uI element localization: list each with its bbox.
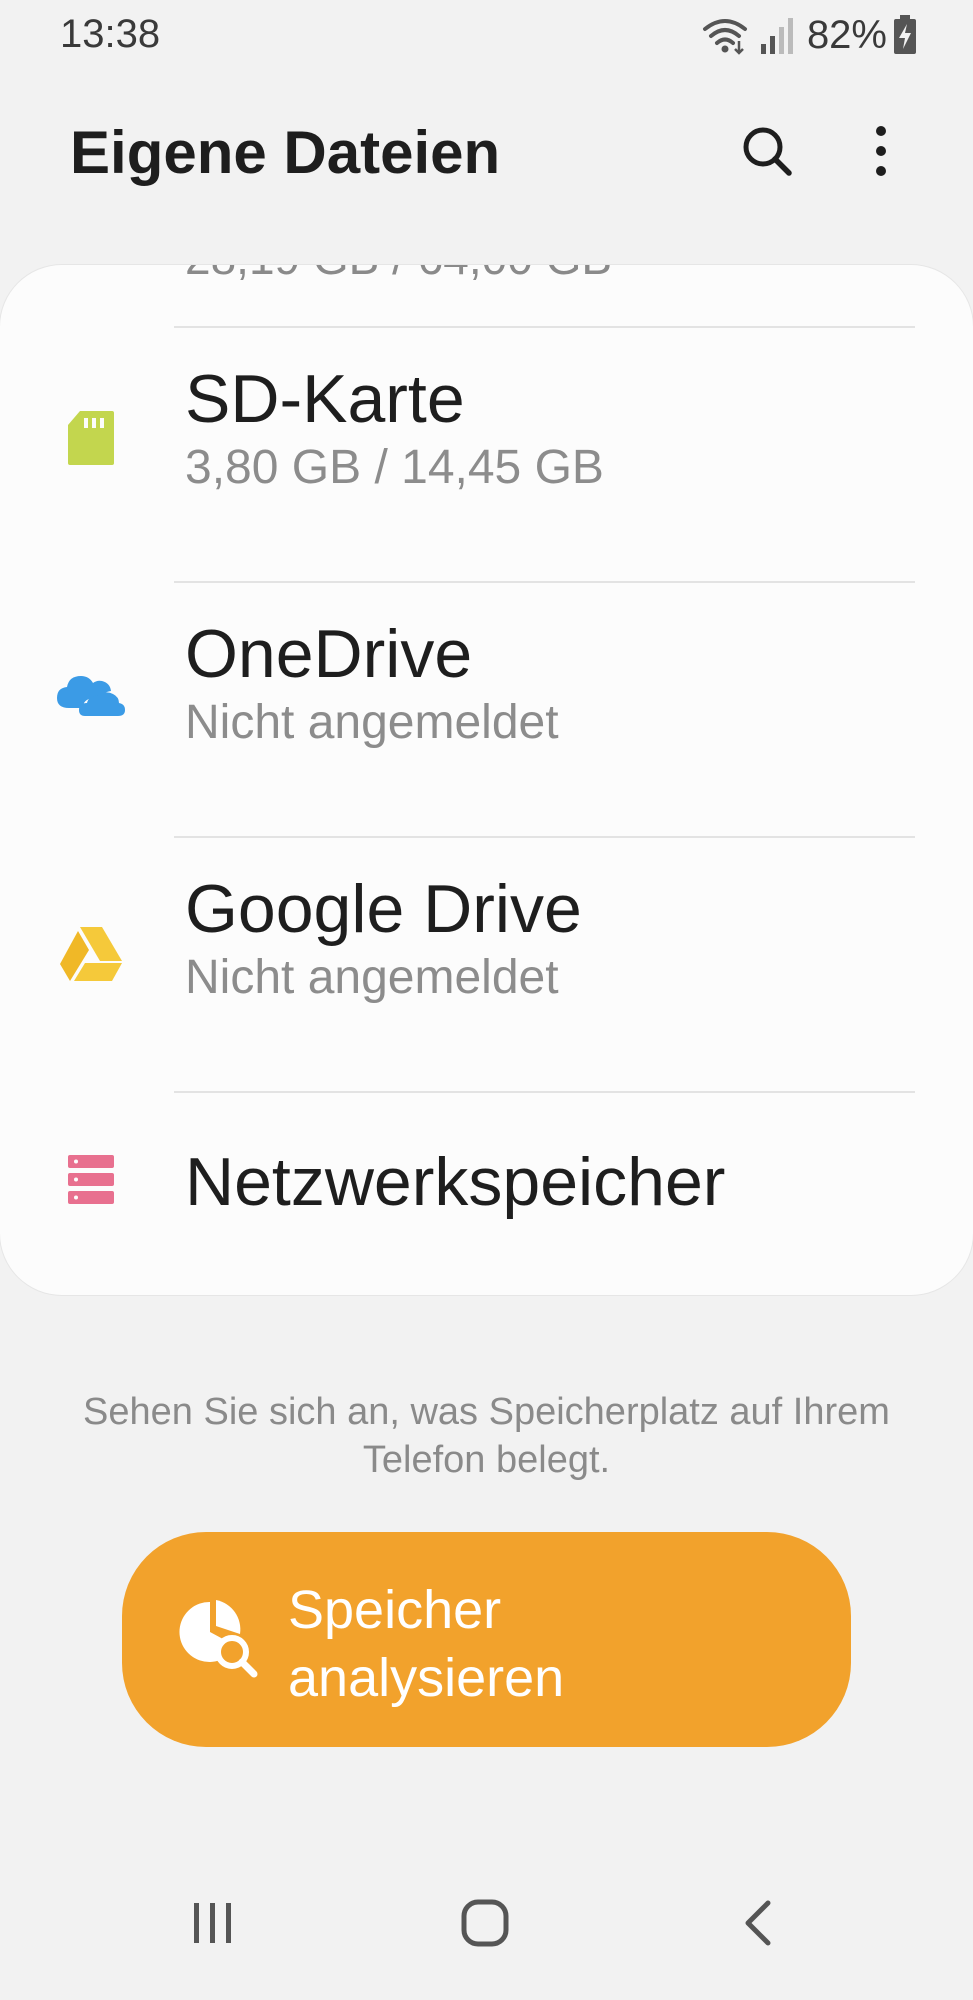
analyze-storage-button[interactable]: Speicher analysieren: [122, 1532, 851, 1747]
home-icon: [460, 1898, 510, 1953]
storage-item-onedrive[interactable]: OneDrive Nicht angemeldet: [0, 583, 973, 838]
item-title: Netzwerkspeicher: [185, 1144, 726, 1220]
storage-item-google-drive[interactable]: Google Drive Nicht angemeldet: [0, 838, 973, 1093]
item-title: SD-Karte: [185, 361, 465, 437]
back-button[interactable]: [712, 1890, 802, 1960]
search-button[interactable]: [732, 118, 802, 188]
storage-hint-text: Sehen Sie sich an, was Speicherplatz auf…: [83, 1391, 890, 1481]
recents-icon: [190, 1901, 236, 1950]
status-icons: 82%: [701, 10, 917, 60]
recents-button[interactable]: [168, 1890, 258, 1960]
storage-analyze-icon: [174, 1594, 264, 1684]
storage-item-network-storage[interactable]: Netzwerkspeicher: [0, 1093, 973, 1293]
page-title: Eigene Dateien: [70, 119, 501, 186]
storage-item-sd-card[interactable]: SD-Karte 3,80 GB / 14,45 GB: [0, 328, 973, 583]
item-title: OneDrive: [185, 616, 473, 692]
analyze-storage-label: Speicher analysieren: [288, 1580, 565, 1708]
onedrive-cloud-icon: [54, 658, 128, 728]
item-subtitle: 3,80 GB / 14,45 GB: [185, 441, 604, 494]
back-icon: [740, 1899, 774, 1952]
internal-storage-usage-partial: 28,19 GB / 64,00 GB: [185, 265, 612, 285]
signal-icon: [759, 16, 795, 54]
item-subtitle: Nicht angemeldet: [185, 951, 559, 1004]
more-options-icon: [871, 125, 891, 182]
item-subtitle: Nicht angemeldet: [185, 696, 559, 749]
google-drive-icon: [56, 918, 126, 988]
item-title: Google Drive: [185, 871, 582, 947]
search-icon: [739, 123, 795, 184]
home-button[interactable]: [440, 1890, 530, 1960]
status-bar: 13:38 82%: [0, 0, 973, 70]
status-time: 13:38: [60, 12, 161, 56]
battery-percentage: 82%: [806, 12, 887, 57]
network-storage-icon: [56, 1145, 126, 1215]
sd-card-icon: [56, 403, 126, 473]
more-options-button[interactable]: [846, 118, 916, 188]
battery-charging-icon: [893, 15, 917, 55]
storage-list-card: 28,19 GB / 64,00 GB SD-Karte 3,80 GB / 1…: [0, 265, 973, 1295]
wifi-icon: [701, 15, 749, 55]
